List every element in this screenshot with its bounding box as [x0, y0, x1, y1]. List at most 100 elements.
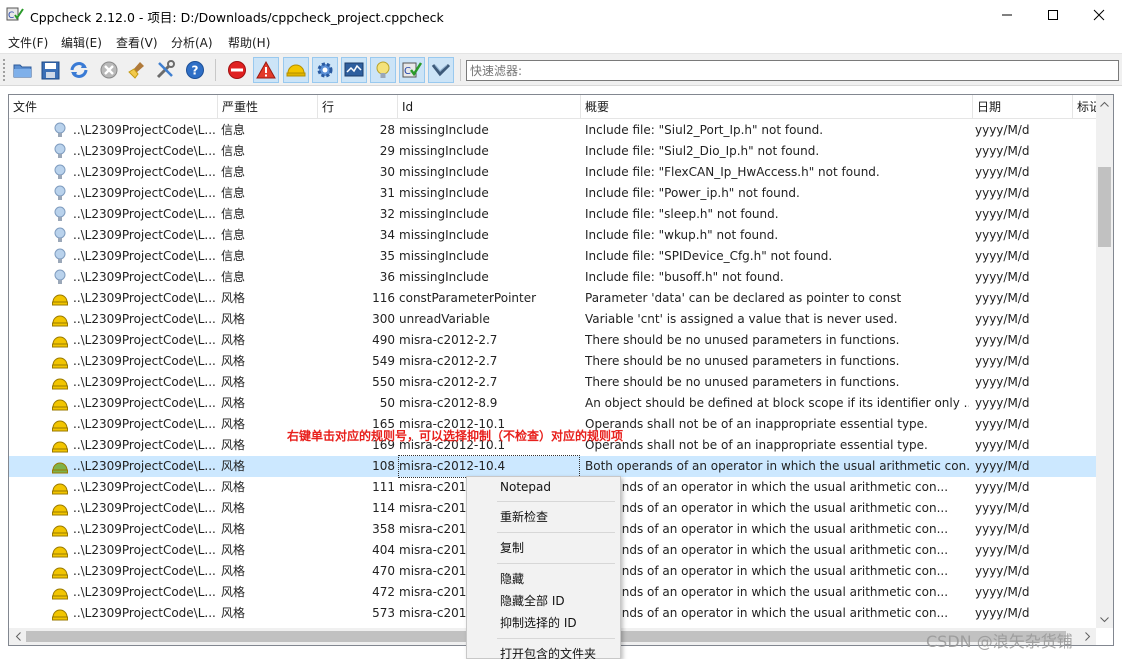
table-row[interactable]: ..\L2309ProjectCode\L... 风格 300 unreadVaria…	[9, 309, 1097, 330]
table-row[interactable]: ..\L2309ProjectCode\L... 风格 549 misra-c2012…	[9, 351, 1097, 372]
table-row[interactable]: ..\L2309ProjectCode\L... 信息 34 missingInclu…	[9, 225, 1097, 246]
ctx-recheck[interactable]: 重新检查	[467, 506, 620, 528]
open-folder-icon	[13, 64, 32, 78]
column-id[interactable]: Id	[398, 95, 581, 119]
cell-id: missingInclude	[399, 270, 489, 284]
scroll-up-button[interactable]	[1096, 95, 1113, 112]
cppcheck-toggle[interactable]: C	[399, 57, 425, 83]
column-severity[interactable]: 严重性	[218, 95, 318, 119]
quick-filter-input[interactable]	[466, 60, 1119, 81]
table-row[interactable]: ..\L2309ProjectCode\L... 风格 50 misra-c2012-…	[9, 393, 1097, 414]
menu-edit[interactable]: 编辑(E)	[61, 34, 102, 51]
style-icon	[51, 393, 69, 414]
menu-bar: 文件(F) 编辑(E) 查看(V) 分析(A) 帮助(H)	[0, 30, 1122, 52]
vertical-scrollbar[interactable]	[1096, 95, 1113, 628]
table-row[interactable]: ..\L2309ProjectCode\L... 信息 30 missingInclu…	[9, 162, 1097, 183]
window-title: Cppcheck 2.12.0 - 项目: D:/Downloads/cppch…	[30, 10, 444, 25]
style-icon	[51, 519, 69, 540]
show-performance-toggle[interactable]	[312, 57, 338, 83]
menu-view[interactable]: 查看(V)	[116, 34, 158, 51]
column-line[interactable]: 行	[318, 95, 398, 119]
open-folder-button[interactable]	[10, 57, 36, 83]
ctx-copy[interactable]: 复制	[467, 537, 620, 559]
close-button[interactable]	[1076, 0, 1122, 30]
cell-severity: 风格	[221, 396, 246, 410]
cell-file: ..\L2309ProjectCode\L...	[73, 438, 216, 452]
cell-severity: 信息	[221, 186, 246, 200]
menu-file[interactable]: 文件(F)	[8, 34, 48, 51]
scroll-left-button[interactable]	[9, 628, 26, 645]
table-row[interactable]: ..\L2309ProjectCode\L... 信息 31 missingInclu…	[9, 183, 1097, 204]
information-bulb-icon	[51, 267, 69, 288]
cell-file: ..\L2309ProjectCode\L...	[73, 564, 216, 578]
cell-severity: 信息	[221, 165, 246, 179]
maximize-icon	[1048, 10, 1058, 20]
table-row[interactable]: ..\L2309ProjectCode\L... 风格 490 misra-c2012…	[9, 330, 1097, 351]
recheck-button[interactable]	[66, 57, 92, 83]
ctx-suppress-selected-id[interactable]: 抑制选择的 ID	[467, 612, 620, 634]
chevron-right-icon	[1084, 632, 1090, 641]
ctx-open-containing-folder[interactable]: 打开包含的文件夹	[467, 643, 620, 659]
vertical-scroll-thumb[interactable]	[1098, 167, 1111, 247]
show-errors-icon	[228, 61, 246, 79]
help-button[interactable]: ?	[182, 57, 208, 83]
minimize-button[interactable]	[984, 0, 1030, 30]
cell-date: yyyy/M/d	[975, 228, 1030, 242]
show-style-toggle[interactable]	[283, 57, 309, 83]
table-row[interactable]: ..\L2309ProjectCode\L... 风格 116 constParame…	[9, 288, 1097, 309]
cell-severity: 信息	[221, 228, 246, 242]
save-button[interactable]	[38, 57, 64, 83]
menu-help[interactable]: 帮助(H)	[228, 34, 270, 51]
cell-summary: Include file: "FlexCAN_Ip_HwAccess.h" no…	[585, 165, 880, 179]
toolbar-grip[interactable]	[3, 59, 7, 81]
maximize-button[interactable]	[1030, 0, 1076, 30]
cell-summary: Include file: "busoff.h" not found.	[585, 270, 784, 284]
table-row[interactable]: ..\L2309ProjectCode\L... 信息 28 missingInclu…	[9, 120, 1097, 141]
cell-date: yyyy/M/d	[975, 249, 1030, 263]
column-tags[interactable]: 标记	[1073, 95, 1097, 119]
cell-date: yyyy/M/d	[975, 501, 1030, 515]
ctx-notepad[interactable]: Notepad	[467, 476, 620, 498]
show-portability-toggle[interactable]	[341, 57, 367, 83]
column-date[interactable]: 日期	[973, 95, 1073, 119]
table-row[interactable]: ..\L2309ProjectCode\L... 信息 36 missingInclu…	[9, 267, 1097, 288]
cell-severity: 信息	[221, 123, 246, 137]
ctx-hide-all-id[interactable]: 隐藏全部 ID	[467, 590, 620, 612]
table-row[interactable]: ..\L2309ProjectCode\L... 信息 29 missingInclu…	[9, 141, 1097, 162]
preferences-button[interactable]	[153, 57, 179, 83]
table-row[interactable]: ..\L2309ProjectCode\L... 风格 550 misra-c2012…	[9, 372, 1097, 393]
column-summary[interactable]: 概要	[581, 95, 973, 119]
cppcheck-app-icon: C	[6, 7, 24, 21]
cell-summary: Operands shall not be of an inappropriat…	[585, 438, 928, 452]
style-icon	[51, 561, 69, 582]
cell-summary: There should be no unused parameters in …	[585, 333, 900, 347]
ctx-hide[interactable]: 隐藏	[467, 568, 620, 590]
stop-button[interactable]	[96, 57, 122, 83]
style-selected-icon	[51, 456, 69, 477]
toolbar-separator	[460, 59, 461, 81]
show-c-toggle[interactable]	[428, 57, 454, 83]
table-row[interactable]: ..\L2309ProjectCode\L... 信息 32 missingInclu…	[9, 204, 1097, 225]
table-header: 文件 严重性 行 Id 概要 日期 标记	[9, 95, 1097, 119]
cell-line: 50	[379, 396, 395, 410]
clear-button[interactable]	[124, 57, 150, 83]
table-row[interactable]: ..\L2309ProjectCode\L... 风格 108 misra-c2012…	[9, 455, 1097, 478]
show-warnings-toggle[interactable]	[253, 57, 279, 83]
column-file[interactable]: 文件	[9, 95, 218, 119]
show-errors-toggle[interactable]	[224, 57, 250, 83]
cell-summary: Operands of an operator in which the usu…	[585, 501, 949, 515]
cell-file: ..\L2309ProjectCode\L...	[73, 270, 216, 284]
save-icon	[41, 61, 60, 80]
menu-analyze[interactable]: 分析(A)	[171, 34, 213, 51]
cell-severity: 信息	[221, 144, 246, 158]
cell-date: yyyy/M/d	[975, 459, 1030, 473]
scroll-right-button[interactable]	[1079, 628, 1096, 645]
cell-file: ..\L2309ProjectCode\L...	[73, 543, 216, 557]
scroll-down-button[interactable]	[1096, 611, 1113, 628]
svg-text:?: ?	[192, 64, 199, 78]
cell-file: ..\L2309ProjectCode\L...	[73, 585, 216, 599]
toolbar-separator	[215, 59, 216, 81]
show-information-toggle[interactable]	[370, 57, 396, 83]
cell-date: yyyy/M/d	[975, 480, 1030, 494]
table-row[interactable]: ..\L2309ProjectCode\L... 信息 35 missingInclu…	[9, 246, 1097, 267]
